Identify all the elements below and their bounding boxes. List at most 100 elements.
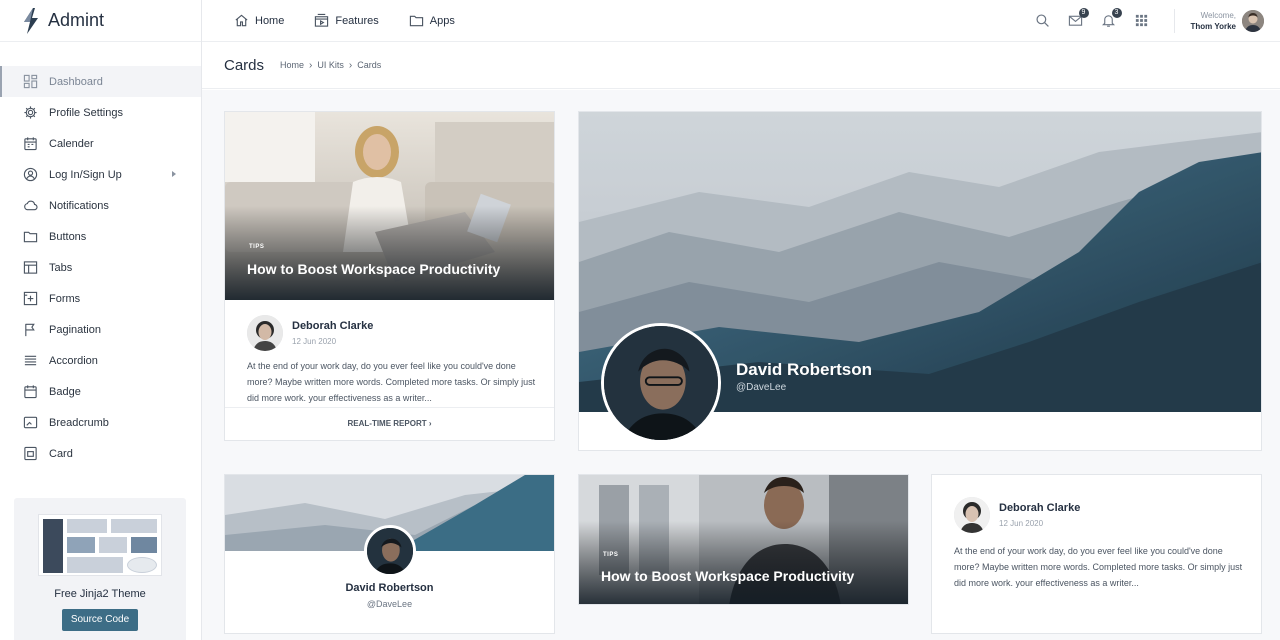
sidebar-item-label: Breadcrumb (49, 416, 109, 429)
sidebar-item-label: Badge (49, 385, 81, 398)
sidebar-item-label: Log In/Sign Up (49, 168, 122, 181)
profile-handle: @DaveLee (736, 382, 787, 393)
search-icon[interactable] (1035, 13, 1051, 29)
author-name[interactable]: Deborah Clarke (292, 320, 373, 332)
topnav-home[interactable]: Home (234, 13, 284, 28)
sidebar-item-buttons[interactable]: Buttons (0, 221, 201, 252)
brand[interactable]: Admint (0, 0, 201, 42)
real-time-report-link[interactable]: REAL-TIME REPORT › (225, 407, 554, 440)
author-card-excerpt: At the end of your work day, do you ever… (954, 546, 1243, 588)
apps-grid-icon[interactable] (1134, 13, 1150, 29)
blog-card-title[interactable]: How to Boost Workspace Productivity (247, 261, 500, 277)
chevron-right-icon (172, 171, 176, 177)
author-card: Deborah Clarke 12 Jun 2020 At the end of… (931, 474, 1262, 634)
window-icon (22, 414, 39, 431)
post-date: 12 Jun 2020 (999, 519, 1044, 528)
breadcrumb-cards: Cards (357, 60, 382, 70)
sidebar-item-label: Pagination (49, 323, 101, 336)
author-avatar (247, 315, 283, 351)
profile-card-large: David Robertson @DaveLee (578, 111, 1262, 451)
sidebar-item-profile-settings[interactable]: Profile Settings (0, 97, 201, 128)
blog-card-tag: TIPS (249, 244, 265, 250)
post-date: 12 Jun 2020 (292, 337, 337, 346)
breadcrumb-home[interactable]: Home (280, 60, 304, 70)
topbar-right: 9 3 Welcome, Thom Yorke (1018, 0, 1264, 42)
sidebar-item-label: Dashboard (49, 75, 103, 88)
sidebar-nav: Dashboard Profile Settings Calender Log … (0, 66, 201, 480)
sidebar-item-breadcrumb[interactable]: Breadcrumb (0, 407, 201, 438)
plus-square-icon (22, 290, 39, 307)
user-avatar[interactable] (1242, 10, 1264, 32)
sidebar-item-label: Profile Settings (49, 106, 123, 119)
sidebar-item-notifications[interactable]: Notifications (0, 190, 201, 221)
dashboard-icon (22, 73, 39, 90)
gear-icon (22, 104, 39, 121)
calendar-icon (22, 135, 39, 152)
topnav-apps[interactable]: Apps (409, 13, 455, 28)
blog-card-small[interactable]: TIPS How to Boost Workspace Productivity (578, 474, 909, 605)
user-circle-icon (22, 166, 39, 183)
breadcrumb: Home › UI Kits › Cards (280, 60, 381, 71)
sidebar-item-card[interactable]: Card (0, 438, 201, 469)
sidebar-item-calender[interactable]: Calender (0, 128, 201, 159)
sidebar: Admint Dashboard Profile Settings Calend… (0, 0, 202, 640)
promo-title: Free Jinja2 Theme (54, 588, 146, 600)
sidebar-item-label: Card (49, 447, 73, 460)
notification-count-badge: 3 (1111, 8, 1122, 18)
table-icon (22, 259, 39, 276)
profile-avatar-large[interactable] (601, 323, 721, 443)
topbar-divider (1173, 9, 1175, 33)
blog-card: TIPS How to Boost Workspace Productivity… (224, 111, 555, 441)
user-name: Thom Yorke (1190, 22, 1237, 31)
sidebar-item-tabs[interactable]: Tabs (0, 252, 201, 283)
blog-card-tag: TIPS (603, 552, 619, 558)
blog-card-title[interactable]: How to Boost Workspace Productivity (601, 568, 854, 584)
home-icon (235, 14, 248, 27)
video-icon (315, 13, 329, 27)
profile-card-small: David Robertson @DaveLee (224, 474, 555, 634)
source-code-button[interactable]: Source Code (62, 609, 138, 631)
page-title: Cards (224, 56, 265, 74)
lightning-logo-icon (24, 7, 38, 34)
blog-hero-photo (579, 475, 908, 604)
user-menu[interactable]: Welcome, Thom Yorke (1191, 10, 1237, 32)
folder-icon (409, 15, 423, 27)
profile-name[interactable]: David Robertson (225, 582, 554, 594)
sidebar-item-accordion[interactable]: Accordion (0, 345, 201, 376)
topnav-home-label: Home (255, 14, 285, 27)
blog-card-hero[interactable]: TIPS How to Boost Workspace Productivity (225, 112, 554, 300)
sidebar-item-label: Accordion (49, 354, 98, 367)
mail-count-badge: 9 (1078, 8, 1089, 18)
theme-preview-image (38, 514, 162, 576)
sidebar-item-label: Forms (49, 292, 81, 305)
sidebar-item-forms[interactable]: Forms (0, 283, 201, 314)
sidebar-item-badge[interactable]: Badge (0, 376, 201, 407)
breadcrumb-separator: › (309, 59, 313, 71)
welcome-text: Welcome, (1200, 11, 1236, 20)
sidebar-item-pagination[interactable]: Pagination (0, 314, 201, 345)
sidebar-item-label: Notifications (49, 199, 109, 212)
cloud-icon (22, 197, 39, 214)
topnav-features[interactable]: Features (314, 13, 379, 28)
folder-icon (22, 228, 39, 245)
breadcrumb-ui-kits[interactable]: UI Kits (317, 60, 344, 70)
list-icon (22, 352, 39, 369)
bell-icon[interactable]: 3 (1101, 8, 1122, 29)
blog-card-author: Deborah Clarke 12 Jun 2020 (247, 315, 373, 351)
profile-handle: @DaveLee (366, 599, 413, 609)
breadcrumb-separator: › (348, 59, 353, 71)
author-name[interactable]: Deborah Clarke (999, 502, 1080, 514)
promo-box: Free Jinja2 Theme Source Code (14, 498, 186, 640)
sidebar-item-login-signup[interactable]: Log In/Sign Up (0, 159, 201, 190)
mail-icon[interactable]: 9 (1068, 8, 1089, 29)
profile-name[interactable]: David Robertson (736, 360, 872, 380)
topnav-features-label: Features (335, 14, 379, 27)
card-icon (22, 445, 39, 462)
sidebar-item-label: Buttons (49, 230, 87, 243)
sidebar-item-dashboard[interactable]: Dashboard (0, 66, 201, 97)
content-area: TIPS How to Boost Workspace Productivity… (202, 90, 1280, 640)
calendar-icon (22, 383, 39, 400)
profile-avatar-small[interactable] (364, 525, 416, 577)
flag-icon (22, 321, 39, 338)
topbar: Home Features Apps 9 3 Welcome, Thom Yor… (202, 0, 1280, 42)
